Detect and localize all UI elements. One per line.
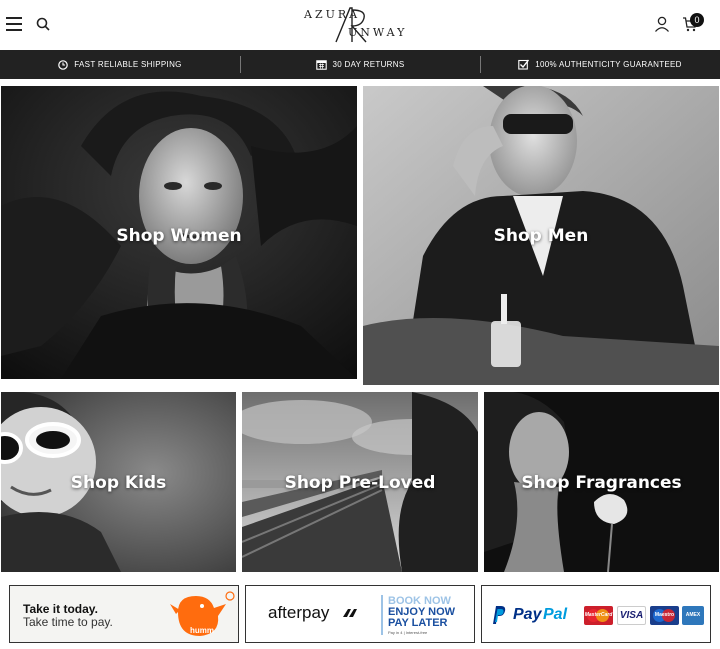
afterpay-arrows-icon	[343, 609, 357, 617]
card-maestro: Maestro	[650, 606, 679, 625]
card-label: VISA	[619, 610, 644, 621]
cart-count-badge[interactable]: 0	[690, 13, 704, 27]
card-visa: VISA	[617, 606, 646, 625]
card-label: Maestro	[654, 612, 675, 618]
paypal-banner[interactable]: Pay Pal MasterCard VISA Maestro AMEX	[481, 585, 711, 643]
account-icon[interactable]	[654, 16, 670, 32]
humm-banner[interactable]: Take it today. Take time to pay. humm	[9, 585, 239, 643]
afterpay-banner[interactable]: afterpay BOOK NOW ENJOY NOW PAY LATER Pa…	[245, 585, 475, 643]
calendar-icon	[315, 60, 327, 70]
tile-label: Shop Women	[116, 226, 242, 246]
menu-icon[interactable]	[6, 17, 22, 31]
humm-brand: humm	[190, 626, 214, 635]
card-amex: AMEX	[682, 606, 704, 625]
promo-shipping: FAST RELIABLE SHIPPING	[0, 50, 240, 79]
card-label: MasterCard	[584, 612, 613, 618]
category-tile-women[interactable]: Shop Women	[1, 86, 357, 379]
tile-label: Shop Fragrances	[521, 473, 682, 493]
promo-label: FAST RELIABLE SHIPPING	[74, 60, 182, 69]
card-label: AMEX	[685, 612, 701, 618]
checkbox-icon	[518, 59, 530, 70]
afterpay-divider	[381, 595, 383, 635]
promo-label: 30 DAY RETURNS	[332, 60, 405, 69]
category-tile-pre-loved[interactable]: Shop Pre-Loved	[242, 392, 478, 572]
paypal-brand-pay: Pay	[513, 606, 542, 623]
card-mastercard: MasterCard	[584, 606, 613, 625]
site-header: AZURA UNWAY 0	[0, 0, 720, 48]
promo-returns: 30 DAY RETURNS	[240, 50, 480, 79]
site-logo[interactable]: AZURA UNWAY	[300, 6, 420, 43]
clock-icon	[58, 59, 69, 70]
logo-text-bottom: UNWAY	[348, 26, 408, 39]
promo-label: 100% AUTHENTICITY GUARANTEED	[535, 60, 682, 69]
humm-line1: Take it today.	[23, 602, 98, 616]
category-tile-fragrances[interactable]: Shop Fragrances	[484, 392, 719, 572]
afterpay-brand: afterpay	[268, 603, 330, 622]
paypal-p-icon	[493, 606, 506, 624]
tile-label: Shop Kids	[70, 473, 167, 493]
category-tile-men[interactable]: Shop Men	[363, 86, 719, 385]
afterpay-fine-print: Pay in 4 | Interest-free	[388, 630, 428, 635]
tile-label: Shop Pre-Loved	[284, 473, 436, 493]
tile-label: Shop Men	[493, 226, 589, 246]
search-icon[interactable]	[36, 17, 50, 31]
promo-bar: FAST RELIABLE SHIPPING 30 DAY RETURNS 10…	[0, 50, 720, 79]
category-tile-kids[interactable]: Shop Kids	[1, 392, 236, 572]
paypal-brand-pal: Pal	[543, 606, 568, 623]
humm-line2: Take time to pay.	[23, 615, 113, 629]
afterpay-pay-later: PAY LATER	[388, 617, 448, 629]
promo-authenticity: 100% AUTHENTICITY GUARANTEED	[480, 50, 720, 79]
